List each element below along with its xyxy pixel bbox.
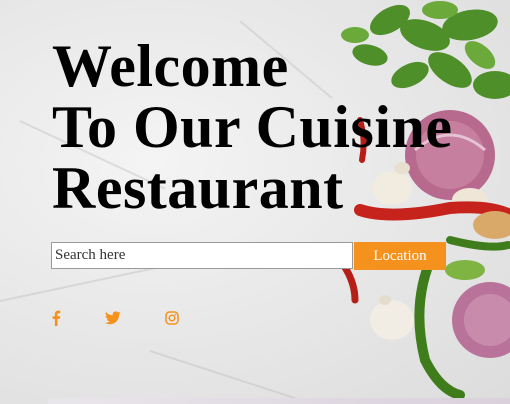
page-title: Welcome To Our Cuisine Restaurant xyxy=(52,36,453,219)
title-line-3: Restaurant xyxy=(52,155,344,221)
instagram-link[interactable] xyxy=(163,309,181,327)
hero-section: Welcome To Our Cuisine Restaurant Locati… xyxy=(0,0,510,404)
location-button[interactable]: Location xyxy=(354,242,446,270)
twitter-link[interactable] xyxy=(104,309,122,327)
facebook-icon xyxy=(52,310,61,326)
bottom-strip xyxy=(48,398,510,404)
marble-vein xyxy=(149,350,341,404)
search-input[interactable] xyxy=(51,242,353,269)
twitter-icon xyxy=(105,311,121,325)
title-line-1: Welcome xyxy=(52,33,289,99)
instagram-icon xyxy=(165,311,179,325)
title-line-2: To Our Cuisine xyxy=(52,94,453,160)
facebook-link[interactable] xyxy=(47,309,65,327)
